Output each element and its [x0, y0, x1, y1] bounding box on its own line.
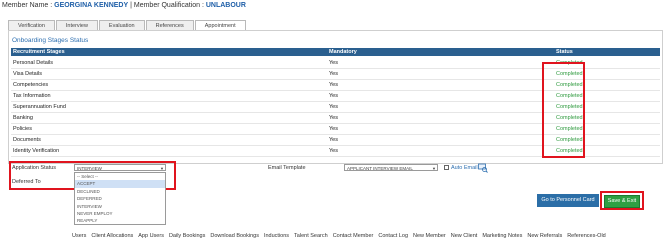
stage-cell: Banking [13, 115, 33, 121]
footer-link[interactable]: Contact Member [333, 233, 374, 239]
mandatory-cell: Yes [329, 126, 338, 132]
footer-link[interactable]: Client Allocations [91, 233, 133, 239]
footer-link[interactable]: References-Old [567, 233, 606, 239]
dropdown-option[interactable]: -- Select -- [75, 173, 165, 180]
member-name-label: Member Name : [2, 2, 55, 9]
footer-link[interactable]: Users [72, 233, 86, 239]
stage-cell: Superannuation Fund [13, 104, 66, 110]
stage-cell: Visa Details [13, 71, 42, 77]
dropdown-option[interactable]: NEVER EMPLOY [75, 210, 165, 217]
footer-link[interactable]: Download Bookings [210, 233, 259, 239]
auto-email-label: Auto Email [451, 165, 478, 171]
footer-link[interactable]: New Client [451, 233, 478, 239]
email-template-value: APPLICANT INTERVIEW EMAIL [347, 166, 413, 171]
footer-link[interactable]: Daily Bookings [169, 233, 205, 239]
auto-email-checkbox[interactable] [444, 165, 449, 170]
stage-cell: Policies [13, 126, 32, 132]
member-info: Member Name : GEORGINA KENNEDY | Member … [2, 2, 246, 9]
footer-link[interactable]: Marketing Notes [482, 233, 522, 239]
mandatory-cell: Yes [329, 137, 338, 143]
dropdown-option[interactable]: DEFERRED [75, 195, 165, 202]
chevron-down-icon: ▼ [432, 166, 436, 171]
footer-link[interactable]: Talent Search [294, 233, 328, 239]
member-name: GEORGINA KENNEDY [54, 2, 129, 9]
mandatory-cell: Yes [329, 104, 338, 110]
stage-cell: Identity Verification [13, 148, 60, 154]
header-mandatory: Mandatory [329, 49, 357, 55]
footer-link[interactable]: Inductions [264, 233, 289, 239]
email-preview-icon[interactable] [478, 163, 488, 175]
footer-link[interactable]: App Users [138, 233, 164, 239]
footer-link[interactable]: Contact Log [378, 233, 408, 239]
mandatory-cell: Yes [329, 93, 338, 99]
footer-link[interactable]: New Member [413, 233, 446, 239]
member-qualification-label: | Member Qualification : [128, 2, 206, 9]
stage-cell: Documents [13, 137, 41, 143]
footer-link[interactable]: New Referrals [527, 233, 562, 239]
mandatory-cell: Yes [329, 82, 338, 88]
mandatory-cell: Yes [329, 71, 338, 77]
dropdown-option[interactable]: ACCEPT [75, 180, 165, 188]
footer-nav: Users Client Allocations App Users Daily… [72, 233, 606, 239]
email-template-select[interactable]: APPLICANT INTERVIEW EMAIL ▼ [344, 164, 438, 171]
header-status: Status [556, 49, 573, 55]
save-exit-highlight-box [600, 191, 644, 210]
status-highlight-box [542, 62, 585, 158]
email-template-label: Email Template [268, 165, 306, 171]
go-to-personnel-card-button[interactable]: Go to Personnel Card [537, 194, 599, 207]
mandatory-cell: Yes [329, 115, 338, 121]
mandatory-cell: Yes [329, 148, 338, 154]
stage-cell: Personal Details [13, 60, 54, 66]
member-qualification: UNLABOUR [205, 2, 246, 9]
table-header: Recruitment Stages Mandatory Status [11, 48, 660, 56]
dropdown-option[interactable]: REAPPLY [75, 217, 165, 224]
dropdown-option[interactable]: INTERVIEW [75, 203, 165, 210]
stage-cell: Tax Information [13, 93, 51, 99]
status-dropdown-list: -- Select -- ACCEPT DECLINED DEFERRED IN… [74, 172, 166, 225]
mandatory-cell: Yes [329, 60, 338, 66]
header-stage: Recruitment Stages [13, 49, 65, 55]
dropdown-option[interactable]: DECLINED [75, 188, 165, 195]
panel-title: Onboarding Stages Status [12, 37, 89, 44]
stage-cell: Competencies [13, 82, 49, 88]
